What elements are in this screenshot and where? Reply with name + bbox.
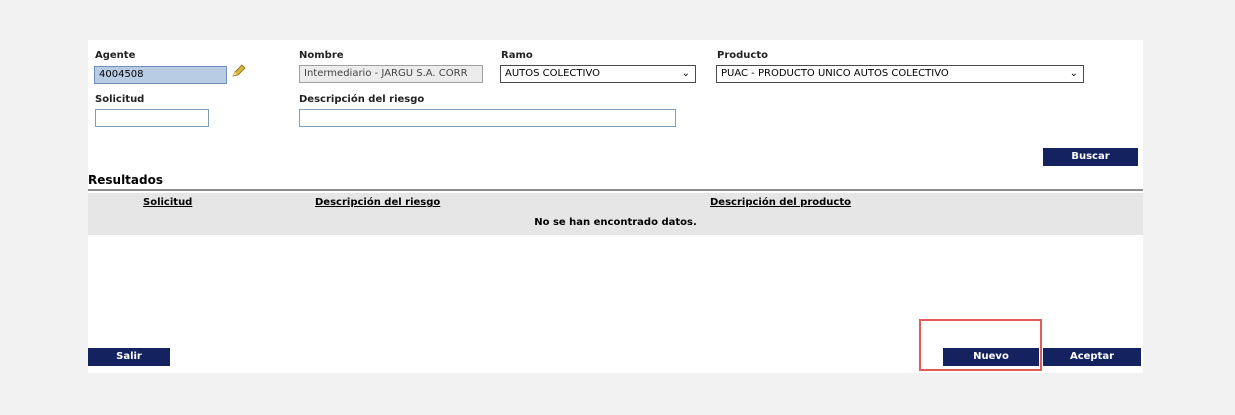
descripcion-riesgo-label: Descripción del riesgo [299, 94, 425, 105]
column-header-solicitud[interactable]: Solicitud [143, 197, 192, 208]
resultados-title: Resultados [88, 173, 163, 187]
descripcion-riesgo-input[interactable] [299, 109, 676, 127]
column-header-descripcion-riesgo[interactable]: Descripción del riesgo [315, 197, 440, 208]
pencil-icon[interactable] [231, 64, 247, 81]
highlight-box [919, 319, 1042, 371]
nombre-label: Nombre [299, 50, 344, 61]
producto-select[interactable]: PUAC - PRODUCTO UNICO AUTOS COLECTIVO ⌄ [716, 65, 1084, 83]
buscar-button[interactable]: Buscar [1043, 148, 1138, 166]
empty-results-message: No se han encontrado datos. [88, 213, 1143, 235]
producto-label: Producto [717, 50, 768, 61]
agente-field[interactable]: 4004508 [94, 66, 227, 84]
producto-select-value: PUAC - PRODUCTO UNICO AUTOS COLECTIVO [721, 68, 949, 79]
ramo-label: Ramo [501, 50, 533, 61]
ramo-select[interactable]: AUTOS COLECTIVO ⌄ [500, 65, 696, 83]
results-table-header: Solicitud Descripción del riesgo Descrip… [88, 193, 1143, 213]
chevron-down-icon: ⌄ [1069, 68, 1078, 79]
nombre-field: Intermediario - JARGU S.A. CORR [299, 65, 483, 83]
solicitud-input[interactable] [95, 109, 209, 127]
column-header-descripcion-producto[interactable]: Descripción del producto [710, 197, 851, 208]
solicitud-label: Solicitud [95, 94, 145, 105]
divider [88, 189, 1143, 191]
aceptar-button[interactable]: Aceptar [1043, 348, 1141, 366]
chevron-down-icon: ⌄ [681, 68, 690, 79]
salir-button[interactable]: Salir [88, 348, 170, 366]
ramo-select-value: AUTOS COLECTIVO [505, 68, 600, 79]
agente-label: Agente [95, 50, 136, 61]
